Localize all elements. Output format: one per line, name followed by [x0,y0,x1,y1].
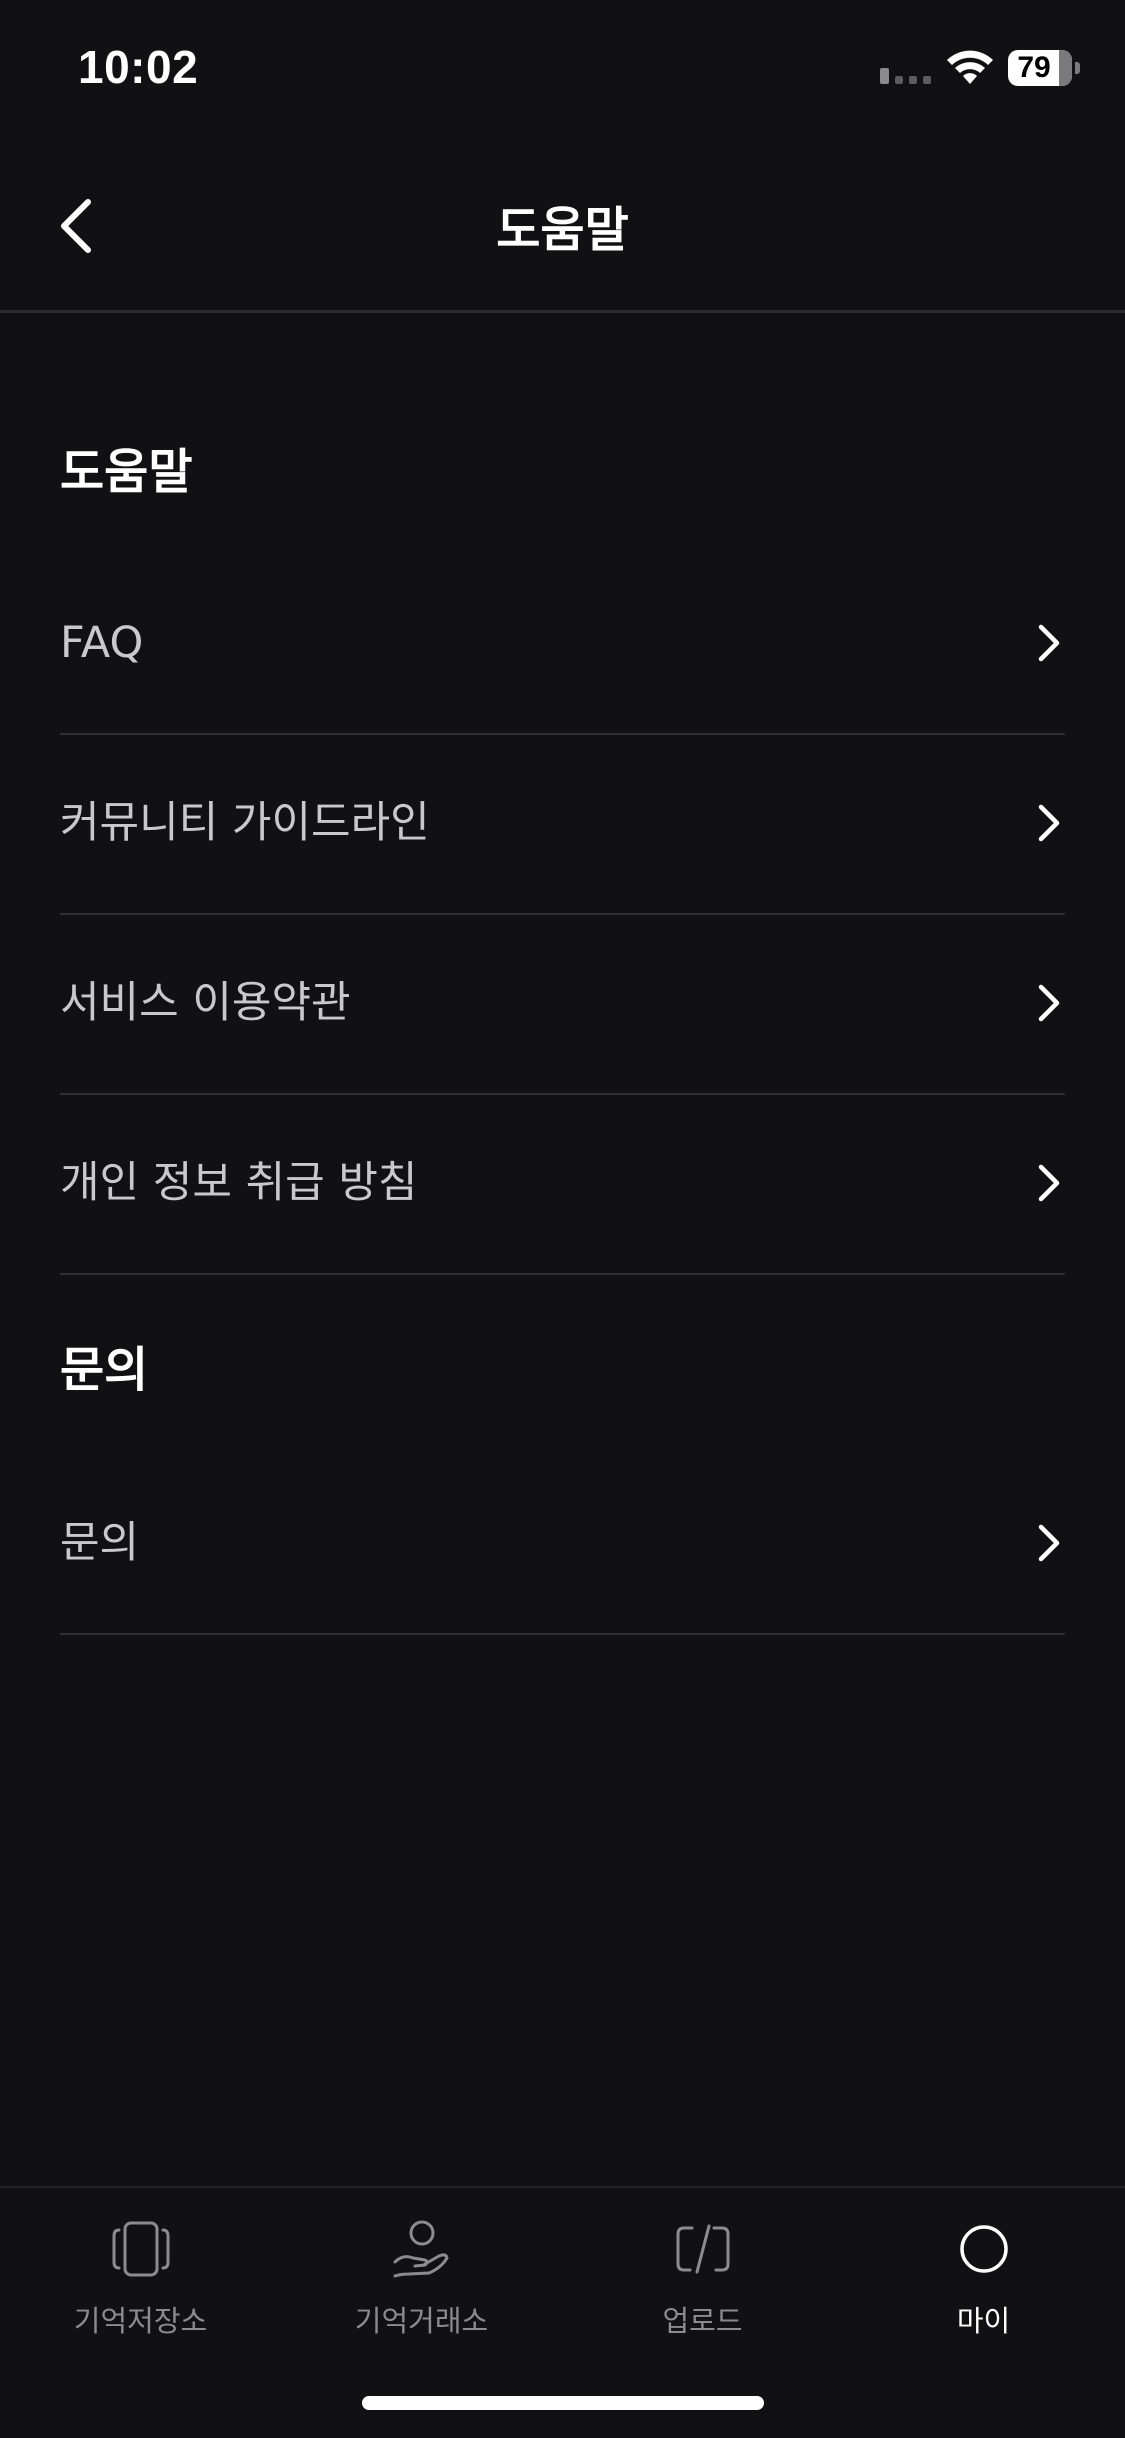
upload-icon [676,2224,730,2274]
menu-item-label: 서비스 이용약관 [60,978,351,1028]
tab-memory-exchange[interactable]: 기억거래소 [281,2218,562,2358]
status-time: 10:02 [78,41,199,93]
tab-label: 마이 [956,2304,1011,2338]
battery-level: 79 [1017,51,1051,84]
home-indicator [362,2396,764,2410]
page-title: 도움말 [496,202,629,258]
tab-memory-storage[interactable]: 기억저장소 [0,2218,281,2358]
menu-item-community-guidelines[interactable]: 커뮤니티 가이드라인 [60,733,1065,915]
menu-item-inquiry[interactable]: 문의 [60,1453,1065,1635]
tab-my[interactable]: 마이 [843,2218,1124,2358]
chevron-right-icon [1038,984,1060,1022]
navigation-header: 도움말 [0,160,1125,313]
tab-label: 기억저장소 [73,2304,208,2338]
wifi-icon [947,50,993,84]
menu-item-label: 커뮤니티 가이드라인 [60,798,430,848]
section-title-help: 도움말 [60,444,193,500]
my-profile-icon [960,2225,1008,2273]
menu-item-label: 문의 [60,1518,140,1568]
memory-storage-icon [112,2221,170,2277]
tab-label: 기억거래소 [354,2304,489,2338]
status-bar: 10:02 79 [0,0,1125,132]
memory-exchange-icon [393,2220,449,2278]
menu-item-terms-of-service[interactable]: 서비스 이용약관 [60,913,1065,1095]
section-title-inquiry: 문의 [60,1342,149,1398]
chevron-right-icon [1038,1164,1060,1202]
battery-icon: 79 [1008,50,1080,86]
chevron-right-icon [1038,1524,1060,1562]
menu-item-faq[interactable]: FAQ [60,553,1065,735]
cellular-signal-icon [880,68,931,84]
chevron-right-icon [1038,624,1060,662]
menu-item-label: 개인 정보 취급 방침 [60,1158,418,1208]
chevron-right-icon [1038,804,1060,842]
tab-upload[interactable]: 업로드 [562,2218,843,2358]
menu-item-privacy-policy[interactable]: 개인 정보 취급 방침 [60,1093,1065,1275]
menu-item-label: FAQ [60,618,144,668]
tab-label: 업로드 [662,2304,743,2338]
